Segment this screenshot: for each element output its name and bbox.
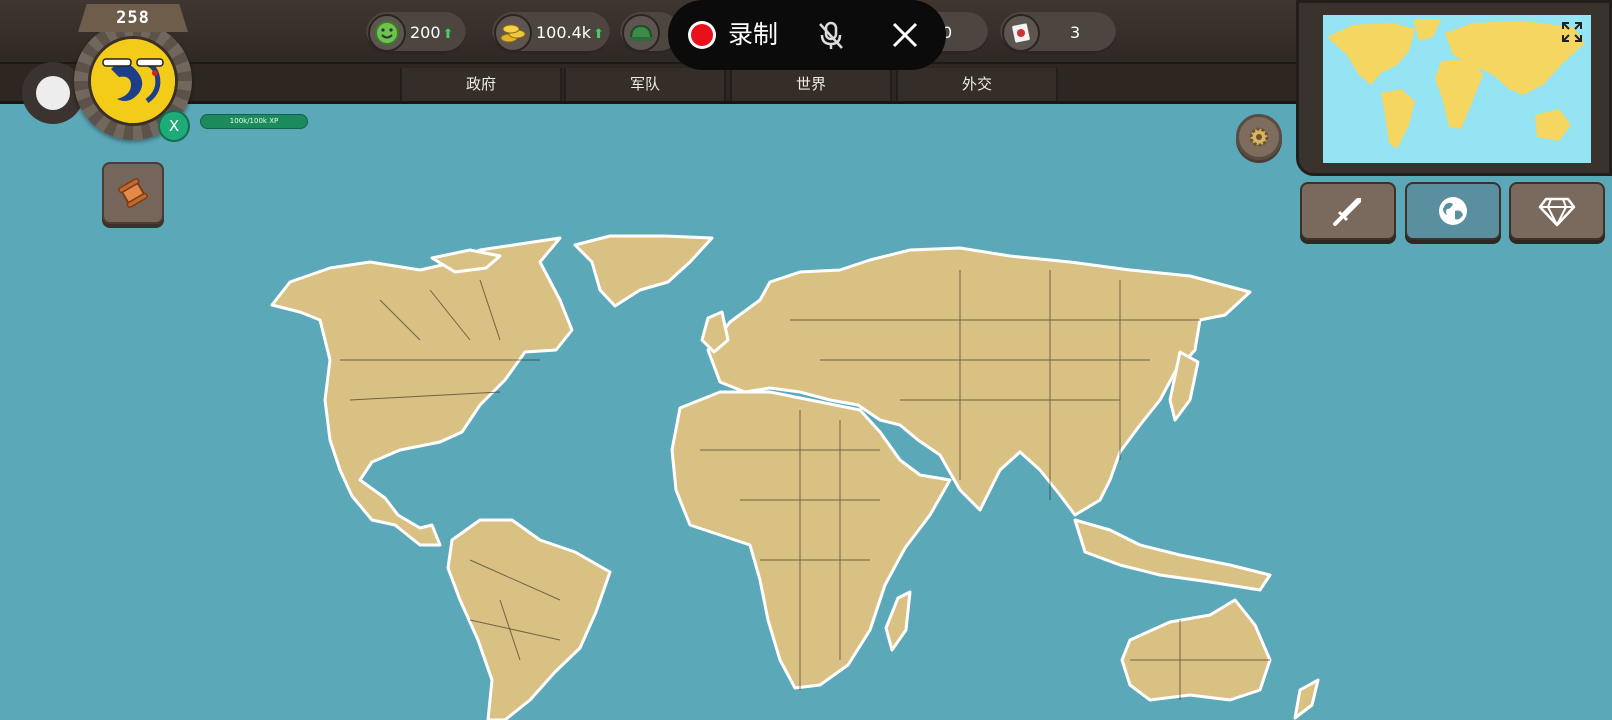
level-banner: 258	[78, 4, 188, 32]
greenland-landmass[interactable]	[573, 234, 714, 308]
premium-button[interactable]	[1509, 182, 1605, 240]
tab-diplomacy[interactable]: 外交	[896, 68, 1058, 101]
mic-muted-icon[interactable]	[816, 20, 846, 52]
record-dot-icon[interactable]	[688, 21, 716, 49]
tab-military[interactable]: 军队	[564, 68, 726, 101]
xp-bar: 100k/100k XP	[200, 114, 308, 129]
happiness-value: 200	[410, 23, 441, 42]
globe-icon	[1439, 197, 1467, 225]
money-resource[interactable]: 100.4k ⬆	[492, 12, 610, 54]
cards-value: 3	[1070, 23, 1081, 42]
toggle-knob[interactable]	[36, 76, 70, 110]
minimap[interactable]	[1323, 15, 1591, 163]
war-button[interactable]	[1300, 182, 1396, 240]
coins-icon	[494, 14, 532, 52]
australia-landmass[interactable]	[1120, 598, 1272, 702]
tab-world[interactable]: 世界	[730, 68, 892, 101]
card-icon	[1002, 14, 1040, 52]
x-badge[interactable]: X	[158, 110, 190, 142]
africa-landmass[interactable]	[670, 390, 952, 690]
world-view-button[interactable]	[1405, 182, 1501, 240]
new-zealand-landmass[interactable]	[1293, 678, 1320, 720]
gear-icon	[1249, 127, 1269, 147]
screen-recording-overlay: 录制	[668, 0, 946, 70]
diamond-icon	[1538, 197, 1576, 227]
cards-resource[interactable]: 3	[1000, 12, 1116, 54]
record-label[interactable]: 录制	[728, 17, 778, 53]
xp-label: 100k/100k XP	[229, 117, 279, 125]
settings-button[interactable]	[1236, 114, 1282, 160]
scroll-button[interactable]	[102, 162, 164, 224]
helmet-icon	[622, 14, 660, 52]
close-icon[interactable]	[890, 20, 920, 50]
trend-up-icon: ⬆	[442, 27, 454, 42]
madagascar-landmass[interactable]	[884, 590, 912, 652]
smiley-icon	[368, 14, 406, 52]
scroll-icon	[118, 178, 148, 208]
minimap-panel	[1296, 0, 1612, 176]
expand-icon[interactable]	[1561, 21, 1583, 43]
player-profile[interactable]: 258 X	[70, 0, 200, 150]
money-value: 100.4k	[536, 23, 592, 42]
sword-icon	[1333, 198, 1361, 226]
southeast-asia-islands[interactable]	[1073, 518, 1272, 592]
happiness-resource[interactable]: 200 ⬆	[366, 12, 466, 54]
trend-up-icon: ⬆	[593, 27, 604, 42]
north-america-landmass[interactable]	[270, 236, 574, 547]
tab-government[interactable]: 政府	[400, 68, 562, 101]
